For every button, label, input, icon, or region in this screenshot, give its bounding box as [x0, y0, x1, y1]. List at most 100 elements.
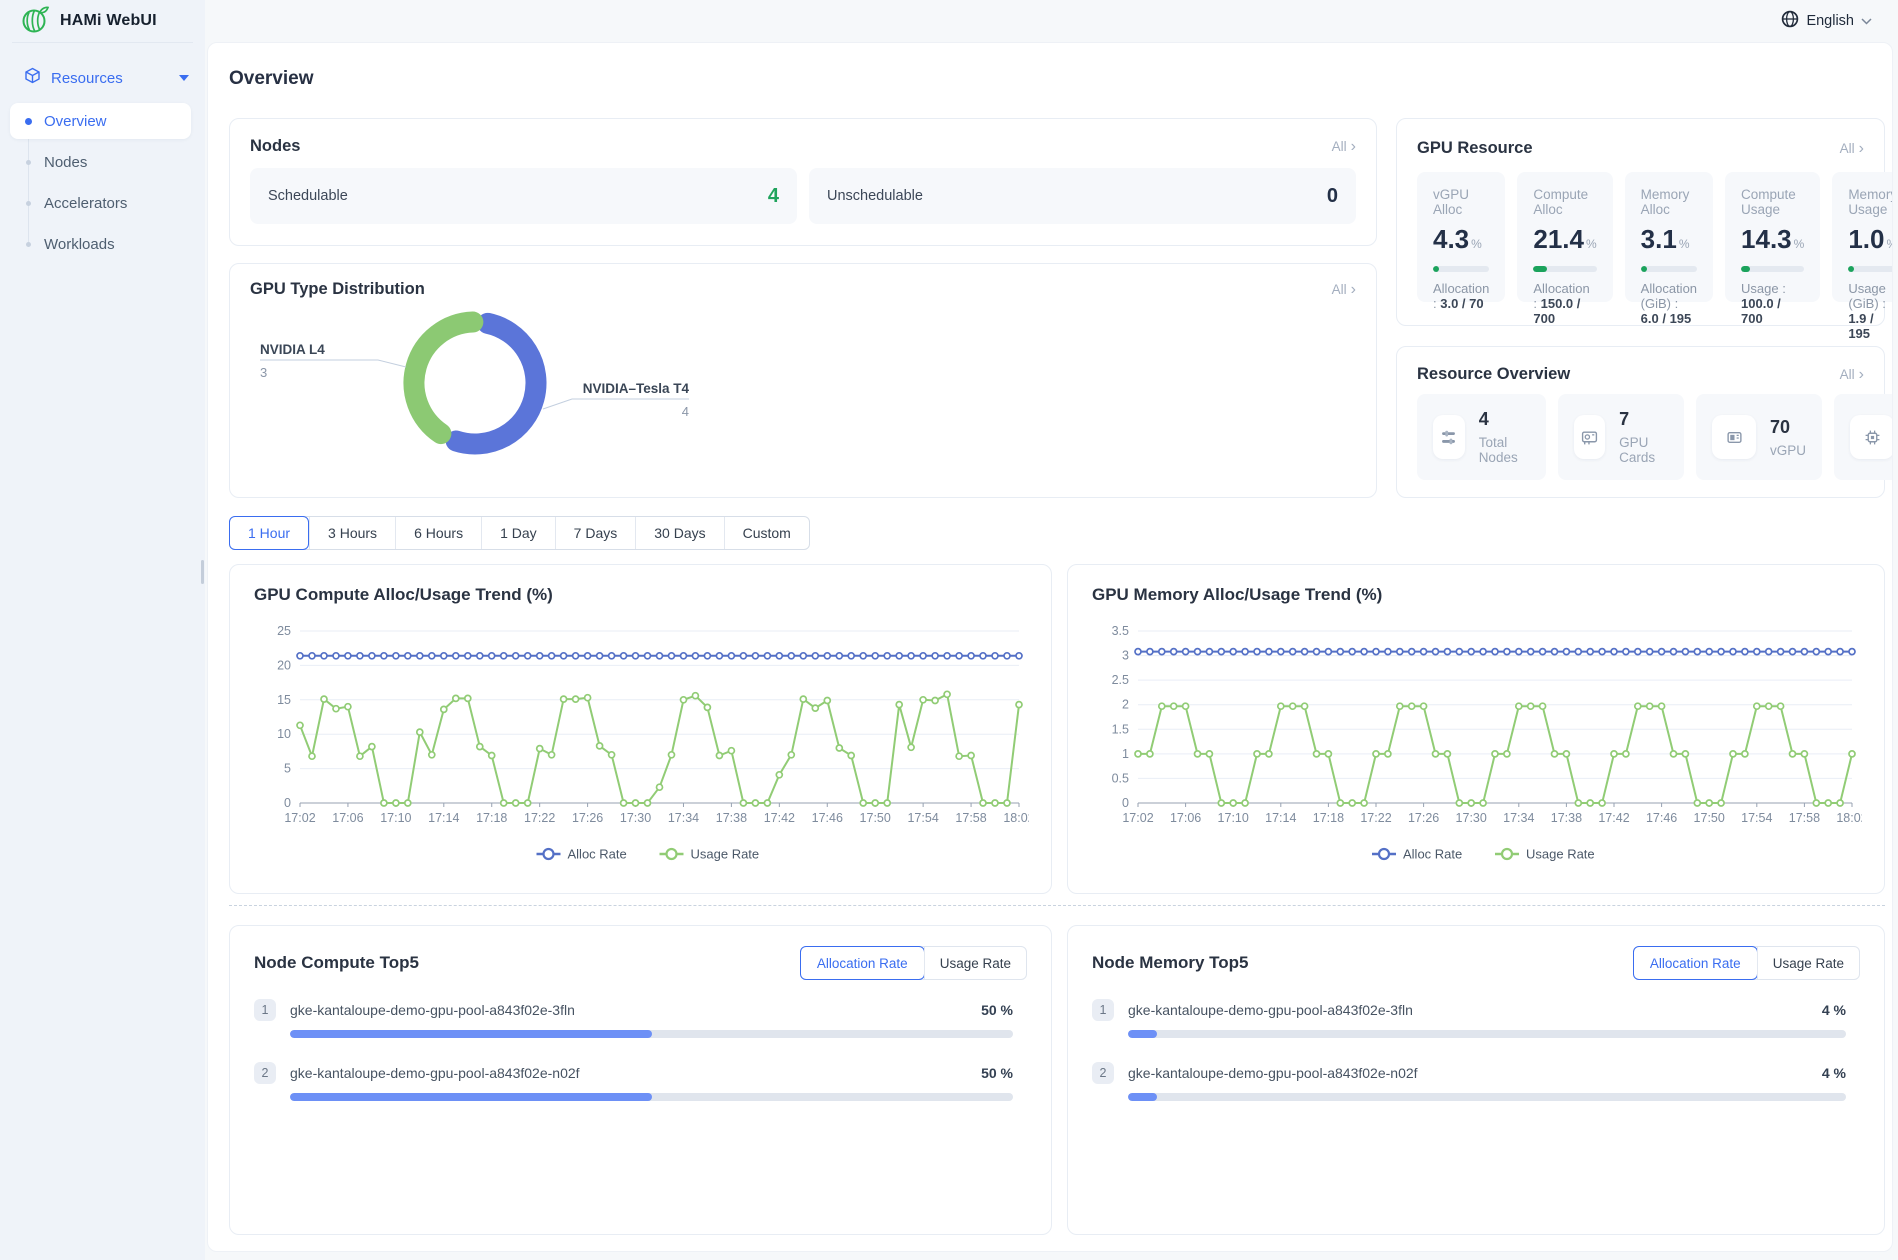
- node-stat-unschedulable: Unschedulable0: [809, 168, 1356, 224]
- node-rate-value: 50 %: [981, 1065, 1013, 1081]
- metric-detail-value: 100.0 / 700: [1741, 296, 1781, 326]
- metric-detail-value: 1.9 / 195: [1848, 311, 1873, 341]
- svg-text:17:18: 17:18: [1313, 811, 1344, 825]
- gpu-memory-trend-card: GPU Memory Alloc/Usage Trend (%) 00.511.…: [1067, 564, 1885, 894]
- node-rate-track: [1128, 1093, 1846, 1101]
- node-name: gke-kantaloupe-demo-gpu-pool-a843f02e-n0…: [290, 1065, 981, 1081]
- metric-unit: %: [1794, 237, 1805, 251]
- sidebar-item-overview[interactable]: Overview: [10, 103, 191, 139]
- svg-text:18:02: 18:02: [1003, 811, 1029, 825]
- legend-item-alloc-rate[interactable]: Alloc Rate: [537, 847, 627, 862]
- svg-text:17:34: 17:34: [668, 811, 699, 825]
- node-name: gke-kantaloupe-demo-gpu-pool-a843f02e-n0…: [1128, 1065, 1822, 1081]
- time-tab-30-days[interactable]: 30 Days: [635, 517, 723, 549]
- language-label: English: [1806, 13, 1854, 29]
- metric-detail-value: 3.0 / 70: [1440, 296, 1483, 311]
- svg-text:17:02: 17:02: [1122, 811, 1153, 825]
- svg-text:17:02: 17:02: [284, 811, 315, 825]
- svg-text:17:34: 17:34: [1503, 811, 1534, 825]
- svg-text:17:30: 17:30: [620, 811, 651, 825]
- legend-item-alloc-rate[interactable]: Alloc Rate: [1372, 847, 1462, 862]
- gpu-type-all-link[interactable]: All›: [1332, 282, 1356, 298]
- sidebar-resize-handle[interactable]: [201, 560, 204, 584]
- compute-top5-rows: 1gke-kantaloupe-demo-gpu-pool-a843f02e-3…: [254, 998, 1027, 1101]
- hami-logo-icon: [20, 4, 50, 39]
- metric-label: Memory Alloc: [1641, 187, 1697, 217]
- svg-text:0: 0: [1122, 796, 1129, 810]
- legend-item-usage-rate[interactable]: Usage Rate: [1495, 847, 1595, 862]
- metric-value: 3.1%: [1641, 224, 1697, 255]
- total-nodes-icon: [1433, 415, 1465, 459]
- metric-value: 1.0%: [1848, 224, 1893, 255]
- gpu-metric-tile: vGPU Alloc4.3%Allocation : 3.0 / 70: [1417, 172, 1505, 302]
- svg-text:17:22: 17:22: [524, 811, 555, 825]
- metric-detail: Allocation (GiB) : 6.0 / 195: [1641, 281, 1697, 326]
- language-selector[interactable]: English: [1781, 0, 1872, 42]
- compute-trend-chart: 051015202517:0217:0617:1017:1417:1817:22…: [254, 605, 1027, 878]
- top5-row-line: 1gke-kantaloupe-demo-gpu-pool-a843f02e-3…: [1092, 998, 1846, 1022]
- vgpu-icon: [1712, 415, 1756, 459]
- sidebar-item-workloads[interactable]: Workloads: [10, 226, 191, 262]
- sidebar-item-nodes[interactable]: Nodes: [10, 144, 191, 180]
- node-rate-track: [290, 1093, 1013, 1101]
- svg-text:3: 3: [1122, 649, 1129, 663]
- legend-item-usage-rate[interactable]: Usage Rate: [660, 847, 760, 862]
- svg-text:17:54: 17:54: [907, 811, 938, 825]
- toggle-usage-rate[interactable]: Usage Rate: [1757, 947, 1859, 979]
- svg-text:17:38: 17:38: [716, 811, 747, 825]
- metric-progress-fill: [1433, 266, 1439, 272]
- resource-overview-all-link[interactable]: All›: [1840, 367, 1864, 383]
- node-stats: Schedulable4Unschedulable0: [250, 168, 1356, 224]
- svg-text:0: 0: [284, 796, 291, 810]
- metric-progress-track: [1433, 266, 1489, 272]
- svg-text:4: 4: [682, 404, 689, 419]
- page-title: Overview: [229, 65, 1883, 93]
- time-tab-6-hours[interactable]: 6 Hours: [395, 517, 481, 549]
- metric-unit: %: [1586, 237, 1597, 251]
- node-rate-value: 50 %: [981, 1002, 1013, 1018]
- time-tab-7-days[interactable]: 7 Days: [555, 517, 636, 549]
- svg-text:2: 2: [1122, 698, 1129, 712]
- nodes-all-link[interactable]: All›: [1332, 139, 1356, 155]
- sidebar-section-resources[interactable]: Resources: [24, 63, 189, 93]
- sidebar-item-accelerators[interactable]: Accelerators: [10, 185, 191, 221]
- node-compute-top5-card: Node Compute Top5 Allocation RateUsage R…: [229, 925, 1052, 1235]
- svg-text:Usage Rate: Usage Rate: [691, 847, 760, 862]
- overview-stat-label: Total Nodes: [1479, 435, 1530, 465]
- node-rate-fill: [290, 1030, 652, 1038]
- time-tab-1-day[interactable]: 1 Day: [481, 517, 555, 549]
- node-rate-fill: [1128, 1093, 1157, 1101]
- svg-text:17:46: 17:46: [812, 811, 843, 825]
- svg-text:17:54: 17:54: [1741, 811, 1772, 825]
- metric-progress-fill: [1533, 266, 1547, 272]
- toggle-allocation-rate[interactable]: Allocation Rate: [800, 946, 925, 980]
- svg-text:17:10: 17:10: [380, 811, 411, 825]
- overview-stat-value: 4: [1479, 409, 1530, 430]
- brand: HAMi WebUI: [0, 0, 205, 42]
- svg-text:17:58: 17:58: [955, 811, 986, 825]
- nodes-title: Nodes: [250, 137, 300, 156]
- chevron-down-icon: [179, 75, 189, 81]
- gpu-metric-tile: Memory Alloc3.1%Allocation (GiB) : 6.0 /…: [1625, 172, 1713, 302]
- sidebar-section-label: Resources: [51, 70, 179, 87]
- gpu-metrics-row: vGPU Alloc4.3%Allocation : 3.0 / 70Compu…: [1417, 172, 1864, 302]
- gpu-resource-all-link[interactable]: All›: [1840, 141, 1864, 157]
- svg-text:17:26: 17:26: [1408, 811, 1439, 825]
- resource-overview-row: 4Total Nodes7GPU Cards70vGPU700Compute19…: [1417, 394, 1864, 480]
- node-rate-track: [1128, 1030, 1846, 1038]
- time-tab-custom[interactable]: Custom: [724, 517, 809, 549]
- time-tab-1-hour[interactable]: 1 Hour: [229, 516, 309, 550]
- node-name: gke-kantaloupe-demo-gpu-pool-a843f02e-3f…: [290, 1002, 981, 1018]
- memory-top5-rows: 1gke-kantaloupe-demo-gpu-pool-a843f02e-3…: [1092, 998, 1860, 1101]
- toggle-usage-rate[interactable]: Usage Rate: [924, 947, 1026, 979]
- chevron-down-icon: [1861, 18, 1872, 25]
- memory-trend-title: GPU Memory Alloc/Usage Trend (%): [1092, 585, 1860, 605]
- metric-detail-value: 6.0 / 195: [1641, 311, 1692, 326]
- metric-value: 14.3%: [1741, 224, 1804, 255]
- node-stat-value: 0: [1327, 185, 1338, 208]
- toggle-allocation-rate[interactable]: Allocation Rate: [1633, 946, 1758, 980]
- metric-label: vGPU Alloc: [1433, 187, 1489, 217]
- time-tab-3-hours[interactable]: 3 Hours: [309, 517, 395, 549]
- overview-stat-label: GPU Cards: [1619, 435, 1668, 465]
- rank-badge: 2: [1092, 1062, 1114, 1084]
